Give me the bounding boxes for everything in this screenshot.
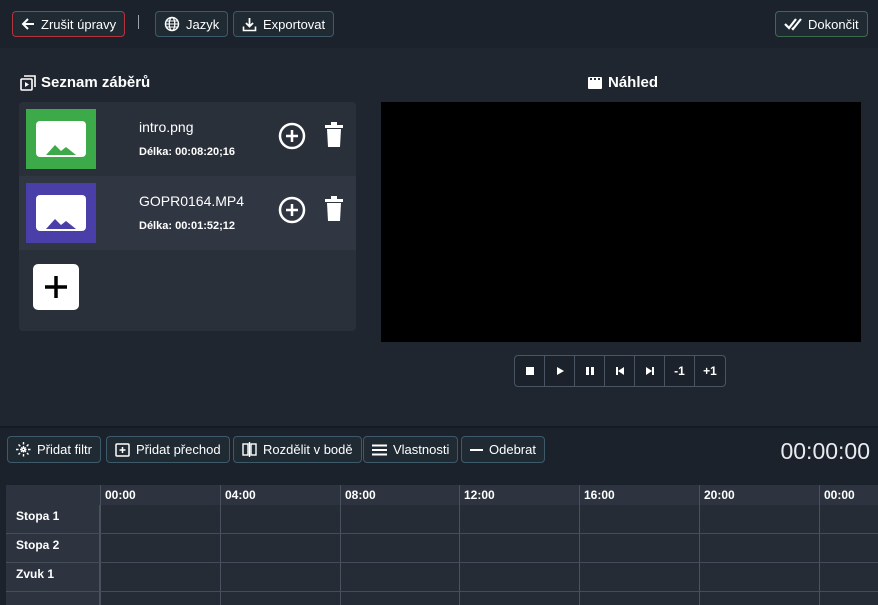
export-label: Exportovat [263, 16, 326, 32]
track-name: Zvuk 1 [16, 567, 55, 581]
clip-item[interactable]: GOPR0164.MP4 Délka: 00:01:52;12 [19, 176, 356, 250]
preview-heading: Náhled [587, 74, 658, 91]
tick-label: 12:00 [464, 488, 495, 502]
timeline-ruler [6, 485, 878, 505]
globe-icon [164, 16, 180, 32]
video-list-icon [20, 74, 36, 91]
track-name: Stopa 1 [16, 509, 60, 523]
stop-button[interactable] [515, 356, 545, 386]
sparkle-icon [16, 442, 31, 457]
remove-label: Odebrat [489, 442, 536, 457]
tick-label: 00:00 [824, 488, 855, 502]
add-filter-button[interactable]: Přidat filtr [7, 436, 101, 463]
add-transition-button[interactable]: Přidat přechod [106, 436, 230, 463]
export-button[interactable]: Exportovat [233, 11, 335, 37]
image-icon [46, 145, 76, 155]
tick-label: 20:00 [704, 488, 735, 502]
clip-list-heading: Seznam záběrů [20, 74, 150, 91]
timecode-display: 00:00:00 [780, 438, 870, 464]
language-label: Jazyk [186, 16, 220, 32]
add-filter-label: Přidat filtr [37, 442, 92, 457]
edit-panel: Přidat filtr Přidat přechod Rozdělit v b… [0, 426, 878, 605]
film-icon [588, 76, 602, 89]
pause-button[interactable] [575, 356, 605, 386]
skip-forward-icon [645, 367, 654, 375]
add-to-timeline-icon[interactable] [278, 122, 306, 150]
trash-icon[interactable] [324, 196, 344, 222]
track-name: Stopa 2 [16, 538, 60, 552]
add-transition-label: Přidat přechod [136, 442, 221, 457]
clip-thumbnail [26, 183, 96, 243]
clip-list: intro.png Délka: 00:08:20;16 GOPR0164.MP… [19, 102, 356, 331]
clip-name: GOPR0164.MP4 [139, 193, 245, 209]
remove-button[interactable]: Odebrat [461, 436, 545, 463]
video-preview[interactable] [381, 102, 861, 342]
playback-controls: -1 +1 [514, 355, 726, 387]
timeline[interactable]: 00:00 04:00 08:00 12:00 16:00 20:00 00:0… [6, 485, 878, 605]
split-at-point-label: Rozdělit v bodě [263, 442, 353, 457]
tick-label: 16:00 [584, 488, 615, 502]
toolbar-divider [138, 15, 139, 29]
play-icon [556, 367, 564, 375]
skip-end-button[interactable] [635, 356, 665, 386]
clip-item[interactable]: intro.png Délka: 00:08:20;16 [19, 102, 356, 176]
clip-thumbnail [26, 109, 96, 169]
finish-button[interactable]: Dokončit [775, 11, 868, 37]
properties-button[interactable]: Vlastnosti [363, 436, 459, 463]
split-icon [242, 442, 257, 457]
add-transition-icon [115, 443, 130, 457]
add-to-timeline-icon[interactable] [278, 196, 306, 224]
trash-icon[interactable] [324, 122, 344, 148]
tick-label: 00:00 [105, 488, 136, 502]
frame-back-button[interactable]: -1 [665, 356, 695, 386]
clip-name: intro.png [139, 119, 194, 135]
plus-icon [45, 276, 67, 298]
cancel-edits-button[interactable]: Zrušit úpravy [12, 11, 126, 37]
tick-label: 04:00 [225, 488, 256, 502]
finish-label: Dokončit [808, 16, 859, 32]
language-button[interactable]: Jazyk [155, 11, 229, 37]
menu-lines-icon [372, 444, 387, 455]
image-icon [46, 219, 76, 229]
skip-back-icon [615, 367, 624, 375]
clip-length: Délka: 00:08:20;16 [139, 146, 236, 158]
add-clip-button[interactable] [33, 264, 79, 310]
clip-list-title: Seznam záběrů [41, 74, 151, 91]
tick-label: 08:00 [345, 488, 376, 502]
clip-length: Délka: 00:01:52;12 [139, 220, 236, 232]
double-check-icon [784, 18, 802, 31]
download-icon [242, 17, 257, 31]
arrow-left-icon [21, 18, 34, 30]
pause-icon [585, 367, 594, 375]
top-toolbar: Zrušit úpravy Jazyk Exportovat Dokončit [0, 0, 878, 48]
preview-title: Náhled [608, 74, 659, 91]
frame-forward-button[interactable]: +1 [695, 356, 725, 386]
minus-icon [470, 448, 483, 451]
track-row[interactable]: Stopa 1 [6, 505, 878, 534]
split-at-point-button[interactable]: Rozdělit v bodě [233, 436, 362, 463]
stop-icon [525, 367, 534, 375]
track-row[interactable]: Zvuk 1 [6, 563, 878, 592]
properties-label: Vlastnosti [393, 442, 450, 457]
cancel-edits-label: Zrušit úpravy [41, 16, 117, 32]
skip-start-button[interactable] [605, 356, 635, 386]
play-button[interactable] [545, 356, 575, 386]
track-row[interactable]: Stopa 2 [6, 534, 878, 563]
